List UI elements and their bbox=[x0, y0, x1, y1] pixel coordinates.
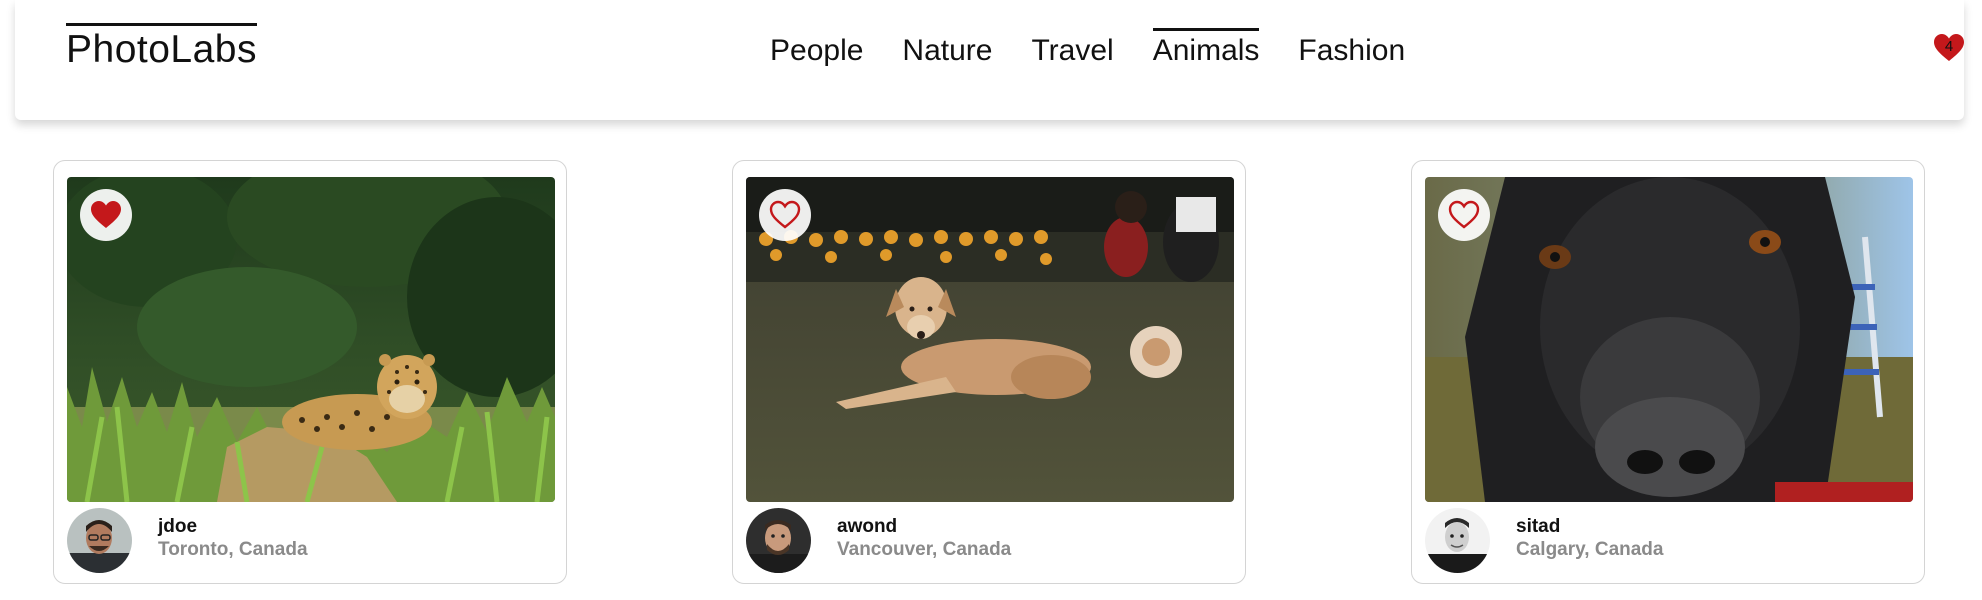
photo-image[interactable] bbox=[67, 177, 555, 502]
dog-photo bbox=[746, 177, 1234, 502]
heart-outline-icon bbox=[769, 200, 801, 229]
photo-card: sitad Calgary, Canada bbox=[1411, 160, 1925, 584]
like-button[interactable] bbox=[80, 189, 132, 241]
avatar[interactable] bbox=[1425, 508, 1490, 573]
photo-card: awond Vancouver, Canada bbox=[732, 160, 1246, 584]
heart-outline-icon bbox=[1448, 200, 1480, 229]
avatar[interactable] bbox=[67, 508, 132, 573]
jaguar-photo bbox=[67, 177, 555, 502]
black-dog-photo bbox=[1425, 177, 1913, 502]
user-avatar-icon bbox=[1425, 508, 1490, 573]
user-avatar-icon bbox=[67, 508, 132, 573]
username: sitad bbox=[1516, 516, 1561, 537]
heart-filled-icon bbox=[91, 201, 121, 228]
photo-grid: jdoe Toronto, Canada awond Vancouver, Ca… bbox=[0, 0, 1982, 600]
photo-image[interactable] bbox=[1425, 177, 1913, 502]
like-button[interactable] bbox=[1438, 189, 1490, 241]
like-button[interactable] bbox=[759, 189, 811, 241]
photo-card: jdoe Toronto, Canada bbox=[53, 160, 567, 584]
avatar[interactable] bbox=[746, 508, 811, 573]
username: awond bbox=[837, 516, 898, 537]
photo-image[interactable] bbox=[746, 177, 1234, 502]
user-location: Calgary, Canada bbox=[1516, 539, 1664, 560]
user-avatar-icon bbox=[746, 508, 811, 573]
username: jdoe bbox=[158, 516, 198, 537]
user-location: Vancouver, Canada bbox=[837, 539, 1012, 560]
user-location: Toronto, Canada bbox=[158, 539, 308, 560]
